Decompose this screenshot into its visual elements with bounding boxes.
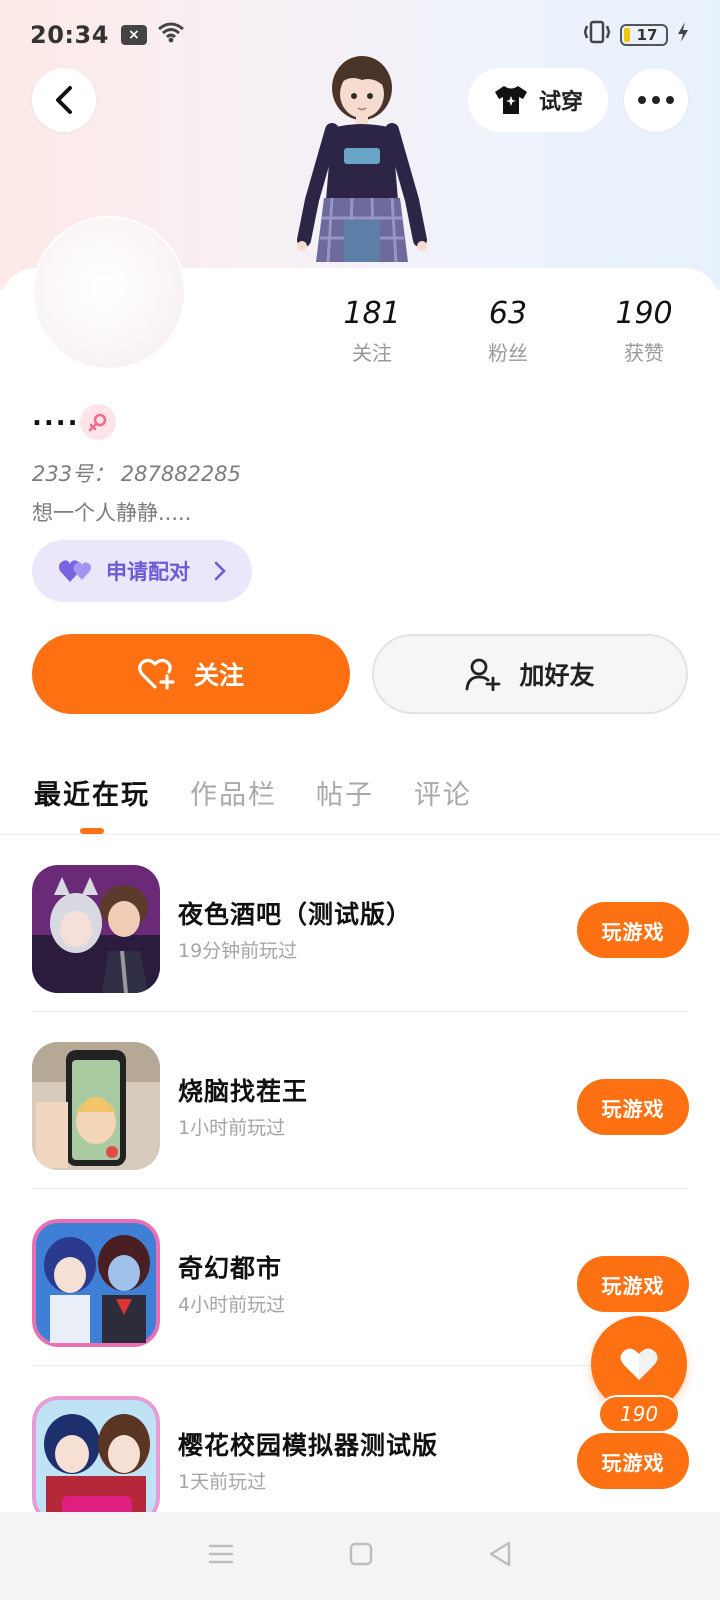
charging-icon (676, 21, 690, 49)
menu-icon[interactable] (207, 1542, 235, 1570)
back-button[interactable] (32, 68, 96, 132)
wifi-icon (157, 21, 185, 49)
system-navigation-bar (0, 1512, 720, 1600)
chevron-right-icon (214, 561, 226, 581)
game-last-played: 19分钟前玩过 (178, 940, 298, 962)
game-row[interactable]: 夜色酒吧（测试版） 19分钟前玩过 玩游戏 (0, 835, 720, 1012)
profile-tabs: 最近在玩 作品栏 帖子 评论 (0, 765, 720, 835)
tab-posts[interactable]: 帖子 (316, 773, 374, 812)
play-game-button[interactable]: 玩游戏 (577, 902, 689, 958)
double-heart-icon (59, 560, 92, 582)
chevron-left-icon (56, 86, 72, 114)
follow-label: 关注 (193, 661, 244, 690)
play-game-button[interactable]: 玩游戏 (577, 1256, 689, 1312)
game-row[interactable]: 烧脑找茬王 1小时前玩过 玩游戏 (0, 1012, 720, 1189)
game-icon-fantasy-city[interactable] (32, 1219, 160, 1347)
female-gender-icon (80, 404, 116, 440)
game-title: 樱花校园模拟器测试版 (178, 1431, 439, 1460)
stat-likes-count: 190 (615, 296, 673, 331)
battery-icon: 17 (620, 24, 668, 46)
stat-following-count: 181 (343, 296, 401, 331)
request-pairing-label: 申请配对 (106, 560, 190, 584)
tab-comments[interactable]: 评论 (414, 773, 472, 812)
try-on-button[interactable]: 试穿 (468, 68, 608, 132)
home-icon[interactable] (348, 1541, 374, 1571)
more-dots-icon (638, 96, 646, 104)
notification-icon: × (120, 25, 147, 45)
tab-recently-played[interactable]: 最近在玩 (34, 773, 150, 812)
add-person-icon (466, 658, 501, 691)
stat-likes-label: 获赞 (624, 341, 664, 365)
game-title: 烧脑找茬王 (178, 1077, 309, 1106)
stat-following-label: 关注 (352, 341, 392, 365)
tab-works[interactable]: 作品栏 (190, 773, 277, 812)
stat-following[interactable]: 181 关注 (312, 296, 432, 366)
battery-level: 17 (636, 26, 658, 44)
tshirt-icon (494, 86, 527, 114)
vibrate-icon (582, 20, 612, 50)
user-id: 233号： 287882285 (32, 462, 242, 486)
game-icon-sakura-school[interactable] (32, 1396, 160, 1524)
try-on-label: 试穿 (538, 90, 583, 115)
add-friend-label: 加好友 (519, 661, 595, 690)
game-last-played: 1天前玩过 (178, 1471, 267, 1493)
game-title: 奇幻都市 (178, 1254, 283, 1283)
heart-plus-icon (138, 658, 175, 690)
bio: 想一个人静静..... (32, 501, 192, 525)
game-icon-night-bar[interactable] (32, 865, 160, 993)
back-triangle-icon[interactable] (487, 1540, 513, 1572)
like-count: 190 (598, 1395, 680, 1433)
avatar-3d-character[interactable] (282, 50, 442, 270)
stat-likes[interactable]: 190 获赞 (584, 296, 704, 366)
heart-icon (620, 1348, 658, 1380)
add-friend-button[interactable]: 加好友 (372, 634, 688, 714)
stat-followers-count: 63 (488, 296, 528, 331)
game-last-played: 1小时前玩过 (178, 1117, 286, 1139)
stat-followers[interactable]: 63 粉丝 (448, 296, 568, 366)
follow-button[interactable]: 关注 (32, 634, 350, 714)
game-title: 夜色酒吧（测试版） (178, 900, 413, 929)
play-game-button[interactable]: 玩游戏 (577, 1079, 689, 1135)
play-game-button[interactable]: 玩游戏 (577, 1433, 689, 1489)
more-options-button[interactable] (624, 68, 688, 132)
game-last-played: 4小时前玩过 (178, 1294, 286, 1316)
game-icon-brain-puzzle[interactable] (32, 1042, 160, 1170)
avatar[interactable] (34, 218, 184, 368)
status-time: 20:34 (30, 21, 109, 49)
tab-active-indicator (80, 828, 104, 834)
request-pairing-button[interactable]: 申请配对 (32, 540, 252, 602)
stat-followers-label: 粉丝 (488, 341, 528, 365)
